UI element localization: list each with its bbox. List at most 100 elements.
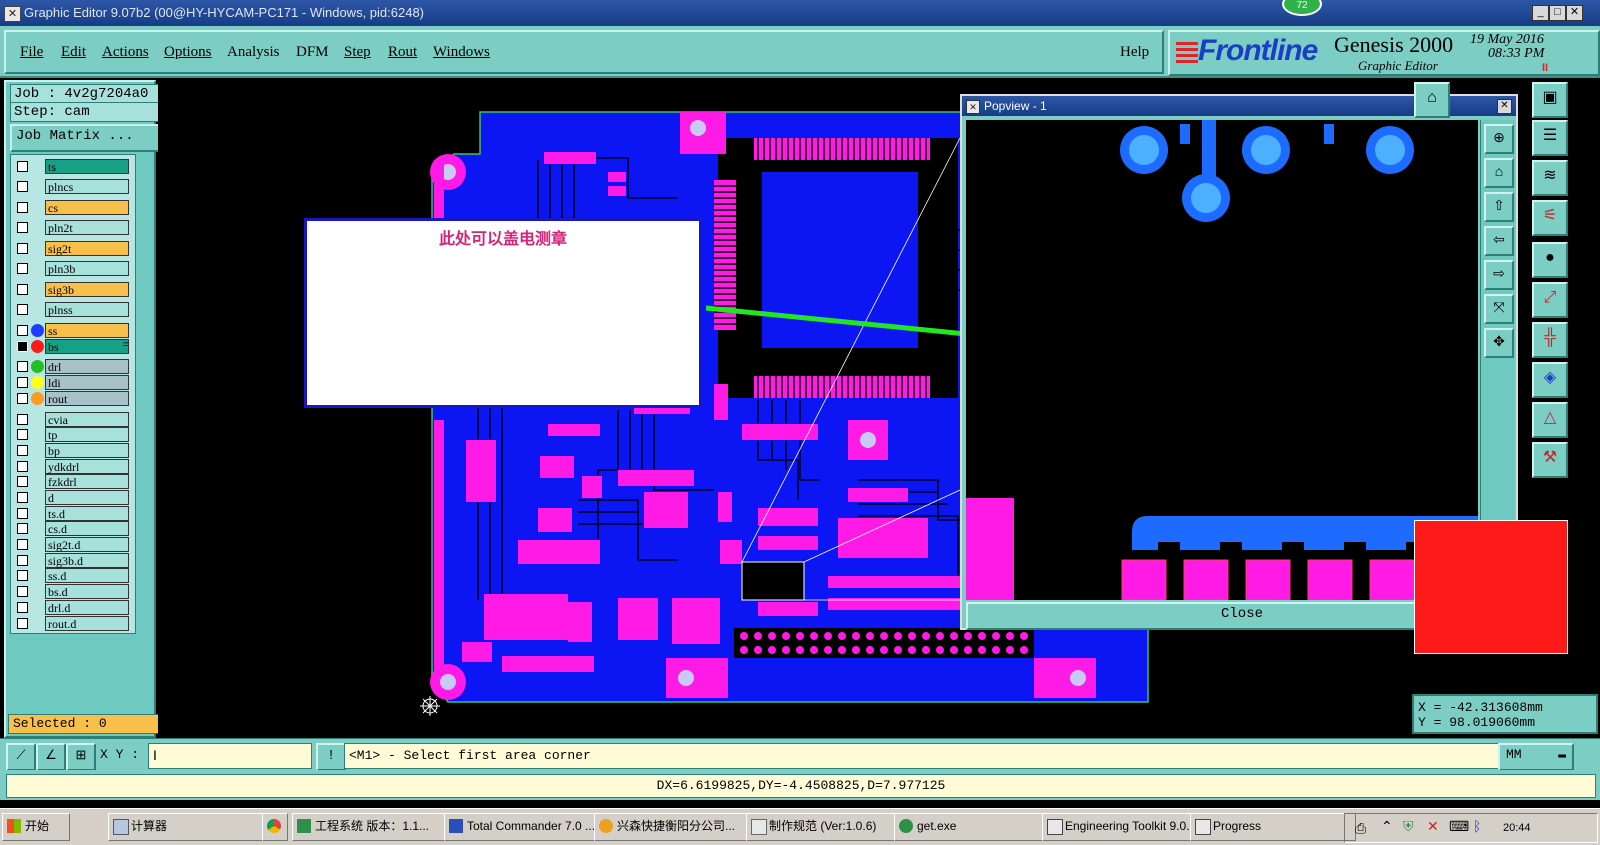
layer-checkbox[interactable] [17, 414, 28, 425]
layer-row-bs-d[interactable]: bs.d [11, 584, 133, 599]
layer-name[interactable]: sig3b [45, 282, 129, 297]
menu-windows[interactable]: Windows [433, 44, 490, 61]
layer-name[interactable]: plncs [45, 179, 129, 194]
layer-name[interactable]: plnss [45, 302, 129, 317]
close-window-button[interactable]: ✕ [1566, 5, 1583, 21]
layer-row-sig2t-d[interactable]: sig2t.d [11, 537, 133, 552]
layer-checkbox[interactable] [17, 161, 28, 172]
layer-checkbox[interactable] [17, 377, 28, 388]
layer-row-cvia[interactable]: cvia [11, 412, 133, 427]
layer-name[interactable]: cs.d [45, 521, 129, 536]
tool-view-icon[interactable]: ⌂ [1414, 82, 1450, 118]
layer-name[interactable]: ts.d [45, 506, 129, 521]
layer-checkbox[interactable] [17, 202, 28, 213]
layer-name[interactable]: tp [45, 427, 129, 442]
layer-row-ss-d[interactable]: ss.d [11, 568, 133, 583]
layer-checkbox[interactable] [17, 539, 28, 550]
layer-checkbox[interactable] [17, 461, 28, 472]
layer-name[interactable]: drl.d [45, 600, 129, 615]
tool-angle-icon[interactable]: △ [1532, 402, 1568, 438]
layer-name[interactable]: ydkdrl [45, 459, 129, 474]
tray-clock[interactable]: 20:44 [1503, 822, 1531, 834]
tool-measure-icon[interactable]: ◈ [1532, 362, 1568, 398]
layer-checkbox[interactable] [17, 602, 28, 613]
layer-name[interactable]: sig3b.d [45, 553, 129, 568]
taskbar-total-commander[interactable]: Total Commander 7.0 ... [444, 813, 612, 841]
layer-name[interactable]: rout.d [45, 616, 129, 631]
alert-button[interactable]: ! [316, 743, 346, 771]
layer-name[interactable]: bs.d [45, 584, 129, 599]
layer-name[interactable]: d [45, 490, 129, 505]
layer-name[interactable]: cvia [45, 412, 129, 427]
layer-name[interactable]: bp [45, 443, 129, 458]
snap-grid-icon[interactable]: ⟋ [6, 743, 36, 771]
tool-connect-icon[interactable]: ⤢ [1532, 282, 1568, 318]
menu-edit[interactable]: Edit [61, 44, 86, 61]
layer-checkbox[interactable] [17, 508, 28, 519]
layer-row-ts[interactable]: ts [11, 159, 133, 174]
taskbar-calculator[interactable]: 计算器 [108, 813, 280, 841]
layer-row-drl[interactable]: drl [11, 359, 133, 374]
menu-actions[interactable]: Actions [102, 44, 149, 61]
layer-name[interactable]: drl [45, 359, 129, 374]
layer-row-bs[interactable]: bs = [11, 339, 133, 354]
layer-row-cs[interactable]: cs [11, 200, 133, 215]
tray-shield-icon[interactable]: ⛨ [1403, 818, 1414, 835]
layer-checkbox[interactable] [17, 618, 28, 629]
layer-row-rout[interactable]: rout [11, 391, 133, 406]
layer-checkbox[interactable] [17, 429, 28, 440]
layer-row-pln2t[interactable]: pln2t [11, 220, 133, 235]
layer-name[interactable]: pln2t [45, 220, 129, 235]
layer-name[interactable]: cs [45, 200, 129, 215]
layer-checkbox[interactable] [17, 393, 28, 404]
layer-checkbox[interactable] [17, 222, 28, 233]
layer-checkbox[interactable] [17, 243, 28, 254]
taskbar-chrome[interactable] [262, 813, 288, 841]
snap-angle-icon[interactable]: ∠ [36, 743, 66, 771]
taskbar-engineering-system[interactable]: 工程系统 版本：1.1... [292, 813, 462, 841]
menu-help[interactable]: Help [1120, 44, 1149, 61]
tray-chevron-icon[interactable]: ⌃ [1381, 818, 1393, 835]
layer-row-plncs[interactable]: plncs [11, 179, 133, 194]
layer-row-sig3b-d[interactable]: sig3b.d [11, 553, 133, 568]
taskbar-spec[interactable]: 制作规范 (Ver:1.0.6) [746, 813, 914, 841]
layer-row-rout-d[interactable]: rout.d [11, 616, 133, 631]
layer-row-plnss[interactable]: plnss [11, 302, 133, 317]
layer-name[interactable]: rout [45, 391, 129, 406]
menu-rout[interactable]: Rout [388, 44, 417, 61]
layer-checkbox[interactable] [17, 570, 28, 581]
layer-row-tp[interactable]: tp [11, 427, 133, 442]
tool-split-icon[interactable]: ╬ [1532, 322, 1568, 358]
menu-file[interactable]: File [20, 44, 43, 61]
xy-input[interactable]: I [148, 743, 312, 769]
window-titlebar[interactable]: ✕ Graphic Editor 9.07b2 (00@HY-HYCAM-PC1… [0, 0, 1600, 26]
layer-checkbox[interactable] [17, 361, 28, 372]
layer-row-cs-d[interactable]: cs.d [11, 521, 133, 536]
layer-checkbox[interactable] [17, 523, 28, 534]
tray-bluetooth-icon[interactable]: ᛒ [1473, 818, 1481, 834]
layer-row-drl-d[interactable]: drl.d [11, 600, 133, 615]
layer-row-sig2t[interactable]: sig2t [11, 241, 133, 256]
layer-name[interactable]: sig2t [45, 241, 129, 256]
menu-dfm[interactable]: DFM [296, 44, 329, 61]
taskbar-get-exe[interactable]: get.exe [894, 813, 1062, 841]
layer-checkbox[interactable] [17, 476, 28, 487]
layer-checkbox[interactable] [17, 284, 28, 295]
snap-center-icon[interactable]: ⊞ [66, 743, 96, 771]
taskbar-engineering-toolkit[interactable]: Engineering Toolkit 9.0... [1042, 813, 1210, 841]
tool-net-icon[interactable]: ⚟ [1532, 200, 1568, 236]
menu-analysis[interactable]: Analysis [227, 44, 280, 61]
menu-step[interactable]: Step [344, 44, 371, 61]
layer-checkbox[interactable] [17, 586, 28, 597]
tray-keyboard-icon[interactable]: ⌨ [1449, 818, 1469, 835]
layer-row-fzkdrl[interactable]: fzkdrl [11, 474, 133, 489]
layer-checkbox[interactable] [17, 263, 28, 274]
layer-name[interactable]: sig2t.d [45, 537, 129, 552]
layer-row-ss[interactable]: ss [11, 323, 133, 338]
layer-name[interactable]: ts [45, 159, 129, 174]
tool-route-icon[interactable]: ⚒ [1532, 442, 1568, 478]
layer-row-pln3b[interactable]: pln3b [11, 261, 133, 276]
layer-name[interactable]: ldi [45, 375, 129, 390]
layer-checkbox[interactable] [17, 325, 28, 336]
layer-row-ldi[interactable]: ldi [11, 375, 133, 390]
